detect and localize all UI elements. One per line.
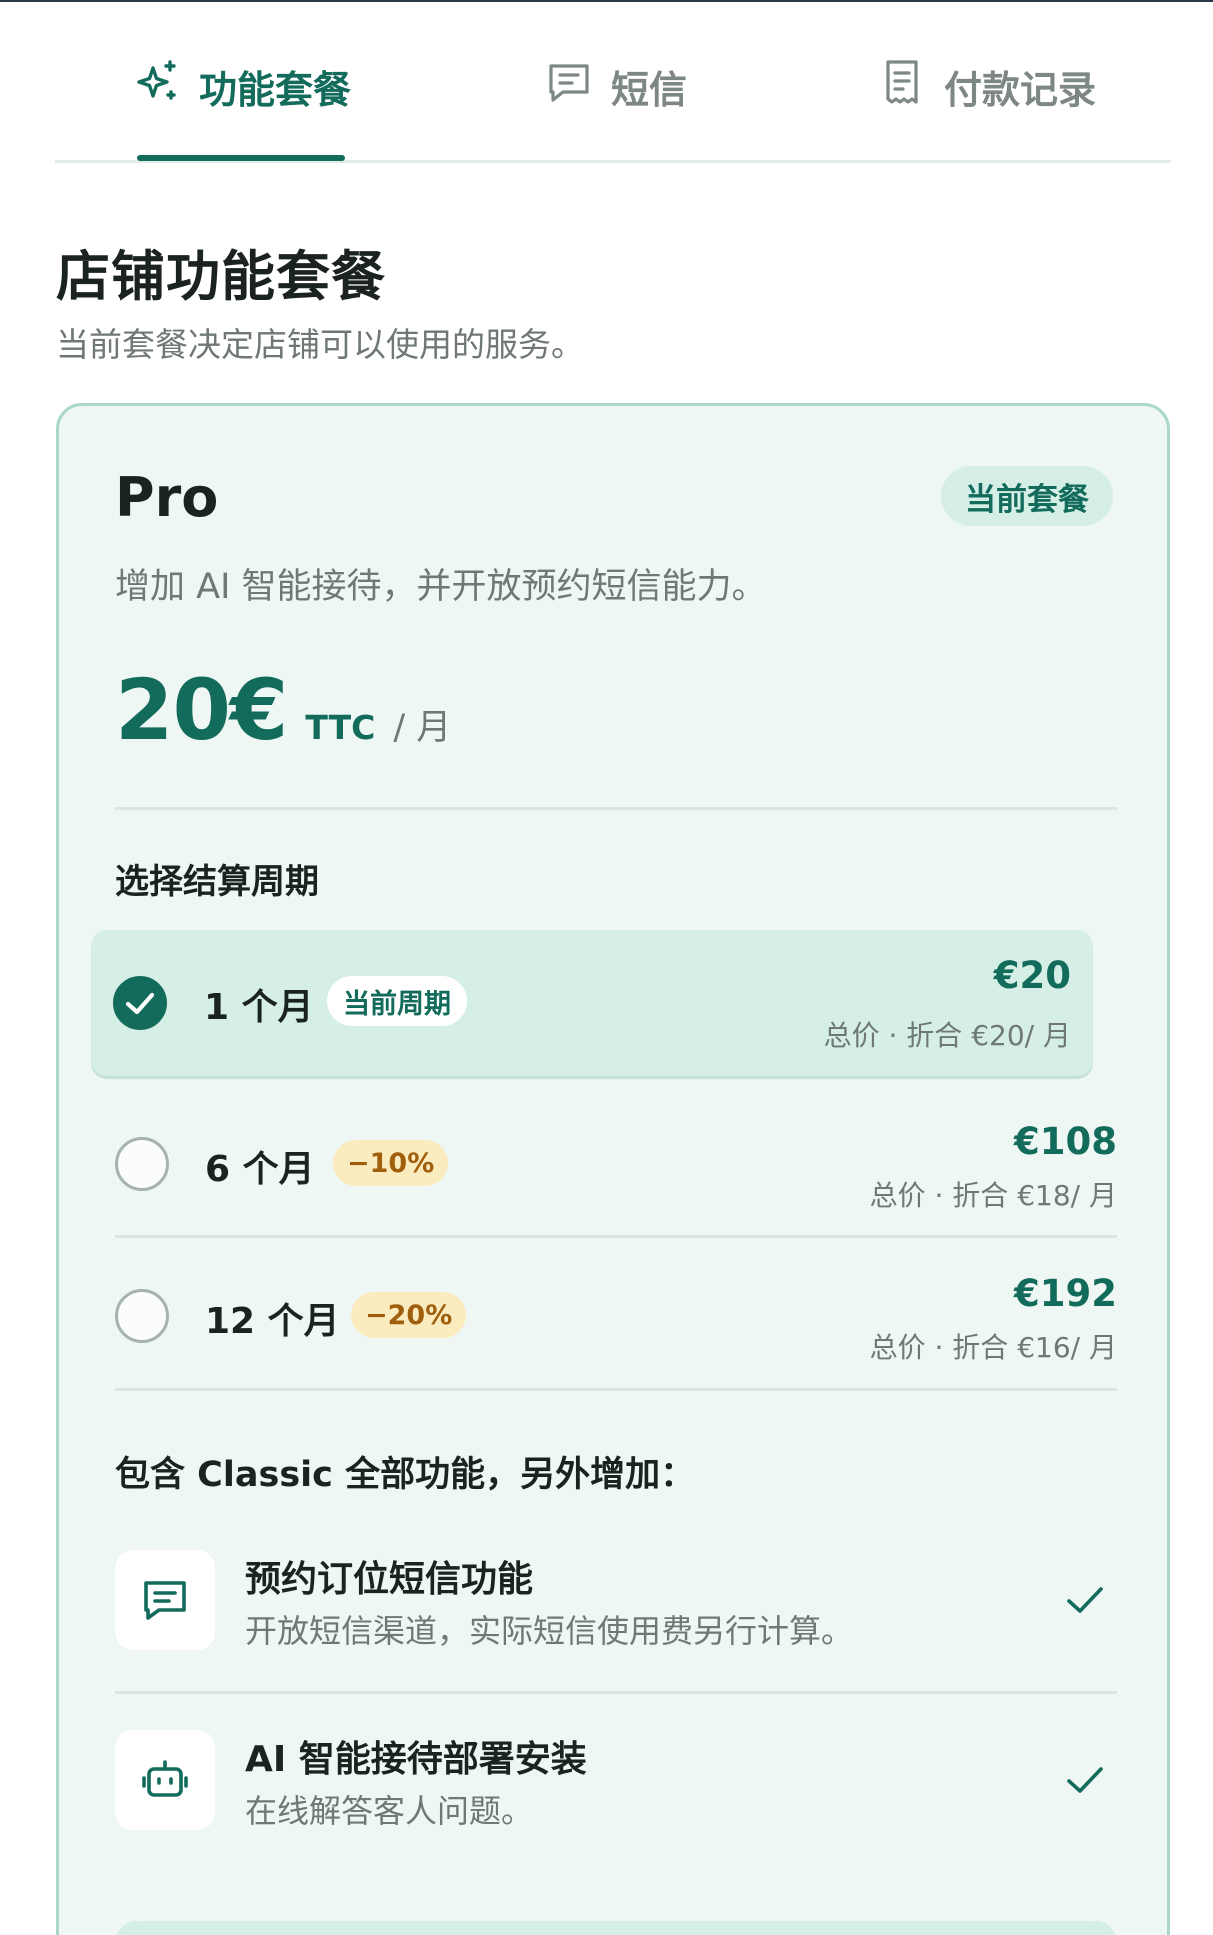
billing-option-price: €108 [1014,1120,1117,1163]
page-title: 店铺功能套餐 [56,245,386,308]
plan-card: Pro 当前套餐 增加 AI 智能接待，并开放预约短信能力。 20€ TTC /… [56,403,1170,1935]
plan-name: Pro [115,466,219,529]
billing-option-price: €20 [993,954,1071,997]
feature-description: 在线解答客人问题。 [245,1792,534,1830]
current-period-tag: 当前周期 [327,976,467,1026]
divider [115,1388,1117,1391]
tab-sms-label: 短信 [611,67,688,112]
tab-plans-label: 功能套餐 [199,67,352,112]
feature-title: 预约订位短信功能 [245,1559,534,1600]
tab-payment-history-label: 付款记录 [944,67,1097,112]
billing-option-label: 1 个月 [204,987,314,1028]
radio-checked[interactable] [113,976,167,1030]
price-tax-label: TTC [305,708,376,747]
divider [115,1691,1117,1694]
sparkle-icon [133,58,181,115]
divider [115,807,1117,810]
tab-sms[interactable]: 短信 [545,58,687,114]
feature-ai-assistant: AI 智能接待部署安装 在线解答客人问题。 [115,1730,1117,1840]
divider [115,1235,1117,1238]
current-plan-badge: 当前套餐 [941,466,1113,526]
discount-tag: −10% [333,1140,449,1186]
feature-title: AI 智能接待部署安装 [245,1739,587,1780]
receipt-icon [878,58,926,115]
price-amount: 20€ [115,661,288,759]
features-title: 包含 Classic 全部功能，另外增加： [115,1455,696,1495]
feature-icon-box [115,1550,215,1650]
check-icon [1067,1767,1103,1793]
discount-tag: −20% [351,1292,467,1338]
price-period: / 月 [393,708,452,748]
card-footer-panel [115,1921,1117,1935]
billing-option-note: 总价 · 折合 €16/ 月 [869,1331,1117,1364]
plan-price: 20€ TTC / 月 [115,661,451,759]
radio-unchecked[interactable] [115,1137,169,1191]
billing-option-label: 6 个月 [205,1149,315,1190]
feature-sms-booking: 预约订位短信功能 开放短信渠道，实际短信使用费另行计算。 [115,1550,1117,1660]
tab-payment-history[interactable]: 付款记录 [878,58,1096,114]
tab-bar: 功能套餐 短信 付款记录 [55,0,1171,163]
plan-description: 增加 AI 智能接待，并开放预约短信能力。 [115,567,767,607]
check-icon [1067,1587,1103,1613]
billing-option-note: 总价 · 折合 €20/ 月 [823,1019,1071,1052]
billing-option-6-months[interactable]: 6 个月 −10% €108 总价 · 折合 €18/ 月 [115,1096,1117,1246]
billing-option-note: 总价 · 折合 €18/ 月 [869,1179,1117,1212]
billing-option-12-months[interactable]: 12 个月 −20% €192 总价 · 折合 €16/ 月 [115,1248,1117,1398]
page-subtitle: 当前套餐决定店铺可以使用的服务。 [56,325,584,364]
billing-option-label: 12 个月 [205,1301,340,1342]
message-icon [144,1581,186,1620]
billing-period-label: 选择结算周期 [115,862,319,902]
radio-unchecked[interactable] [115,1289,169,1343]
check-icon [125,992,155,1015]
feature-icon-box [115,1730,215,1830]
robot-icon [142,1760,188,1797]
billing-option-1-month[interactable]: 1 个月 当前周期 €20 总价 · 折合 €20/ 月 [91,930,1093,1076]
active-tab-indicator [137,155,345,161]
feature-description: 开放短信渠道，实际短信使用费另行计算。 [245,1612,854,1650]
tab-plans[interactable]: 功能套餐 [133,58,351,114]
billing-option-price: €192 [1014,1272,1117,1315]
message-icon [545,58,593,115]
